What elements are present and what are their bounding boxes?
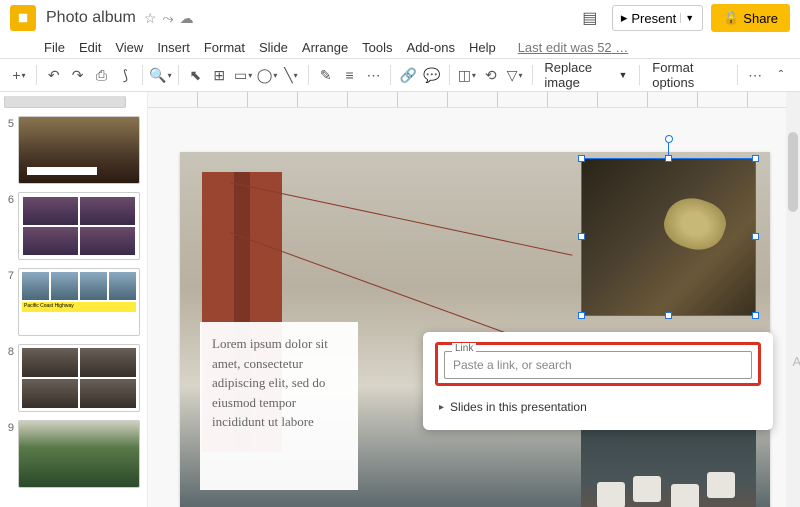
resize-handle[interactable] [665,155,672,162]
apply-button[interactable]: Apply [782,348,800,375]
vertical-scrollbar[interactable] [786,92,800,507]
menu-format[interactable]: Format [198,38,251,57]
crop-icon[interactable]: ◫ [456,62,478,88]
share-label: Share [743,11,778,26]
menu-file[interactable]: File [38,38,71,57]
link-input-highlight: Link [435,342,761,386]
present-button[interactable]: ▸ Present ▼ [612,5,703,31]
thumb-number: 9 [4,420,14,434]
document-title[interactable]: Photo album [46,9,136,27]
thumb-number: 6 [4,192,14,206]
thumb-number: 5 [4,116,14,130]
canvas-area: Lorem ipsum dolor sit amet, consectetur … [148,92,800,507]
thumb-caption: Pacific Coast Highway [22,302,136,312]
reset-image-icon[interactable]: ⟲ [480,62,502,88]
scrollbar-thumb[interactable] [788,132,798,212]
slides-logo[interactable] [10,5,36,31]
border-weight-icon[interactable]: ≡ [339,62,361,88]
slide-canvas[interactable]: Lorem ipsum dolor sit amet, consectetur … [180,152,770,507]
thumb-number: 8 [4,344,14,358]
menu-insert[interactable]: Insert [151,38,196,57]
link-field-label: Link [452,343,476,354]
menu-view[interactable]: View [109,38,149,57]
last-edit-link[interactable]: Last edit was 52 … [512,38,635,57]
resize-handle[interactable] [752,155,759,162]
menu-slide[interactable]: Slide [253,38,294,57]
comments-icon[interactable]: ▤ [576,4,604,32]
paint-format-icon[interactable]: ⟆ [114,62,136,88]
zoom-icon[interactable]: 🔍 [149,62,171,88]
resize-handle[interactable] [578,155,585,162]
header-bar: Photo album ☆ ⤳ ☁ ▤ ▸ Present ▼ 🔒 Share [0,0,800,36]
menu-arrange[interactable]: Arrange [296,38,354,57]
more-icon[interactable]: ⋯ [744,62,766,88]
link-icon[interactable]: 🔗 [397,62,419,88]
print-icon[interactable]: ⎙ [91,62,113,88]
chevron-down-icon[interactable]: ▼ [680,13,694,23]
link-input[interactable] [444,351,752,379]
shape-icon[interactable]: ◯ [256,62,278,88]
undo-icon[interactable]: ↶ [43,62,65,88]
redo-icon[interactable]: ↷ [67,62,89,88]
present-label: Present [631,11,676,26]
replace-image-button[interactable]: Replace image▼ [538,60,633,90]
menu-edit[interactable]: Edit [73,38,107,57]
comment-icon[interactable]: 💬 [421,62,443,88]
title-area: Photo album ☆ ⤳ ☁ [46,9,576,27]
thumb-slide-7[interactable]: Pacific Coast Highway [18,268,140,336]
thumb-slide-9[interactable] [18,420,140,488]
select-tool-icon[interactable]: ⬉ [184,62,206,88]
slide-thumbnails: 5 6 7 Pacific Coast Highway 8 9 [0,92,148,507]
border-dash-icon[interactable]: ⋯ [363,62,385,88]
menu-tools[interactable]: Tools [356,38,398,57]
thumb-number: 7 [4,268,14,282]
line-icon[interactable]: ╲ [280,62,302,88]
lock-icon: 🔒 [723,10,739,26]
resize-handle[interactable] [665,312,672,319]
thumb-slide-5[interactable] [18,116,140,184]
image-icon[interactable]: ▭ [232,62,254,88]
thumb-slide-6[interactable] [18,192,140,260]
border-color-icon[interactable]: ✎ [315,62,337,88]
cloud-icon[interactable]: ☁ [180,10,194,27]
menu-addons[interactable]: Add-ons [401,38,461,57]
star-icon[interactable]: ☆ [144,10,157,27]
slides-in-presentation-option[interactable]: Slides in this presentation [435,394,761,420]
toolbar: + ↶ ↷ ⎙ ⟆ 🔍 ⬉ ⊞ ▭ ◯ ╲ ✎ ≡ ⋯ 🔗 💬 ◫ ⟲ ▽ Re… [0,58,800,92]
move-icon[interactable]: ⤳ [162,10,173,27]
resize-handle[interactable] [752,233,759,240]
ruler-horizontal [148,92,800,108]
thumb-slide-4-partial[interactable] [4,96,126,108]
text-box[interactable]: Lorem ipsum dolor sit amet, consectetur … [200,322,358,490]
share-button[interactable]: 🔒 Share [711,4,790,32]
present-icon: ▸ [621,10,628,26]
menu-bar: File Edit View Insert Format Slide Arran… [0,36,800,58]
mask-icon[interactable]: ▽ [504,62,526,88]
resize-handle[interactable] [752,312,759,319]
resize-handle[interactable] [578,312,585,319]
new-slide-button[interactable]: + [8,62,30,88]
expand-up-icon[interactable]: ˆ [770,62,792,88]
menu-help[interactable]: Help [463,38,502,57]
format-options-button[interactable]: Format options [646,60,731,90]
resize-handle[interactable] [578,233,585,240]
rotate-handle[interactable] [665,135,673,143]
thumb-slide-8[interactable] [18,344,140,412]
selected-image[interactable] [581,158,756,316]
link-popup: Link Apply Slides in this presentation [423,332,773,430]
textbox-icon[interactable]: ⊞ [208,62,230,88]
